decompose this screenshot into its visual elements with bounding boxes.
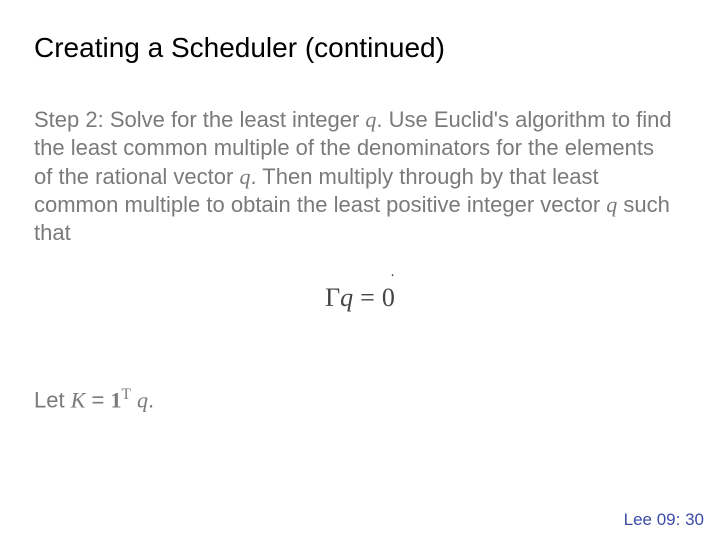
variable-q-1: q [365, 107, 376, 132]
transpose-T: T [121, 386, 130, 403]
equation: Γq=0 ॱ [34, 283, 686, 333]
slide-title: Creating a Scheduler (continued) [34, 32, 686, 64]
variable-q-3: q [606, 192, 617, 217]
body-text-1: Step 2: Solve for the least integer [34, 107, 365, 132]
vector-one: 1 [110, 387, 121, 412]
equation-inner: Γq=0 ॱ [325, 283, 395, 313]
variable-q-let: q [137, 387, 148, 412]
let-period: . [148, 387, 154, 412]
let-eq: = [85, 387, 110, 412]
slide-footer: Lee 09: 30 [624, 510, 704, 530]
vector-mark-icon: ॱ [390, 269, 395, 289]
variable-K: K [71, 387, 86, 412]
let-pre: Let [34, 387, 71, 412]
equals-sign: = [360, 283, 375, 312]
slide: Creating a Scheduler (continued) Step 2:… [0, 0, 720, 540]
variable-q-eq: q [340, 283, 353, 312]
variable-q-2: q [239, 164, 250, 189]
let-line: Let K = 1T q. [34, 385, 686, 414]
symbol-gamma: Γ [325, 283, 340, 312]
body-paragraph: Step 2: Solve for the least integer q. U… [34, 106, 674, 247]
